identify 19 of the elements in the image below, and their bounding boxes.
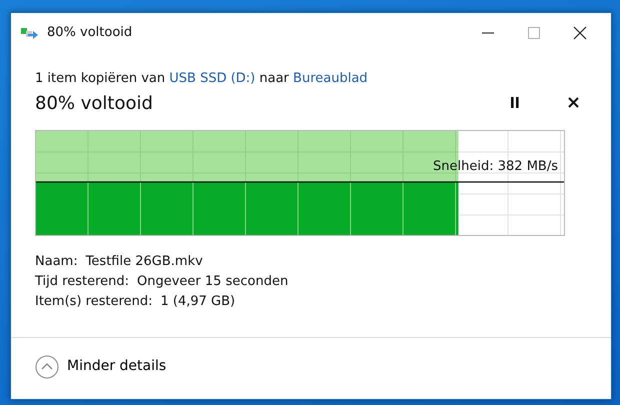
chevron-circle-icon — [35, 354, 59, 378]
location-link[interactable]: Bureaublad — [293, 71, 368, 86]
detail-value: 1 (4,97 GB) — [160, 293, 236, 312]
speed-label: Snelheid: 382 MB/s — [433, 160, 558, 174]
close-icon — [568, 97, 579, 108]
pause-icon — [510, 97, 520, 108]
close-icon — [573, 26, 587, 40]
maximize-icon — [528, 27, 540, 39]
detail-value: Testfile 26GB.mkv — [86, 253, 203, 272]
copy-icon — [19, 25, 39, 41]
copy-summary: 1 item kopiëren van USB SSD (D:) naar Bureaublad — [35, 70, 369, 88]
detail-label: Naam: — [35, 253, 78, 272]
location-link[interactable]: USB SSD (D:) — [169, 71, 256, 86]
detail-label: Item(s) resterend: — [35, 293, 152, 312]
detail-value: Ongeveer 15 seconden — [137, 273, 288, 292]
progress-heading: 80% voltooid — [35, 92, 153, 114]
details-toggle[interactable]: Minder details — [35, 354, 166, 378]
window-title: 80% voltooid — [47, 24, 132, 42]
detail-label: Tijd resterend: — [35, 273, 130, 292]
